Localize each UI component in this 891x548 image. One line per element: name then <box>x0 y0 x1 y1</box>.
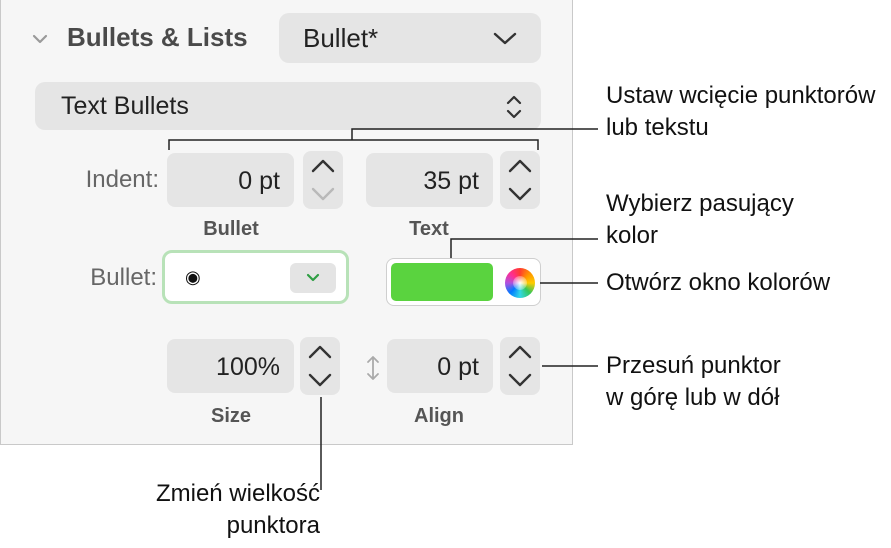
callout-size: Zmień wielkość punktora <box>100 478 320 542</box>
callout-move-line2: w górę lub w dół <box>606 384 780 411</box>
callout-indent: Ustaw wcięcie punktorów lub tekstu <box>606 80 875 144</box>
callout-color-window: Otwórz okno kolorów <box>606 269 831 296</box>
callout-move-line1: Przesuń punktor <box>606 352 781 379</box>
callout-indent-line2: lub tekstu <box>606 114 709 141</box>
callout-move: Przesuń punktor w górę lub w dół <box>606 350 781 414</box>
callout-indent-line1: Ustaw wcięcie punktorów <box>606 82 876 109</box>
callout-color-line1: Wybierz pasujący <box>606 190 794 217</box>
callout-color: Wybierz pasujący kolor <box>606 188 794 252</box>
callout-size-line1: Zmień wielkość <box>155 480 320 507</box>
callout-size-line2: punktora <box>226 512 320 539</box>
callout-color-line2: kolor <box>606 222 659 249</box>
